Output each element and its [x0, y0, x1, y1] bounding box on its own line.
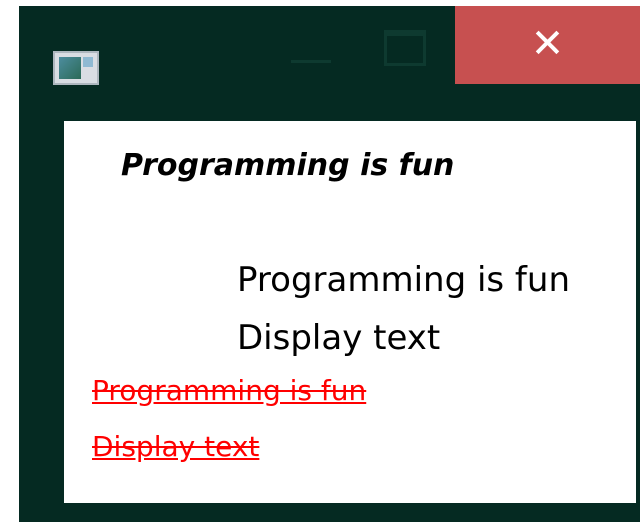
client-area: Programming is fun Programming is fun Di…	[64, 121, 636, 503]
minimize-button[interactable]	[281, 6, 351, 84]
plain-label-programming: Programming is fun	[237, 260, 570, 300]
close-button[interactable]: ✕	[455, 6, 640, 84]
red-strikethrough-label-programming: Programming is fun	[92, 374, 367, 407]
bold-italic-label: Programming is fun	[121, 148, 455, 183]
app-window: ✕ Programming is fun Programming is fun …	[19, 6, 640, 522]
icon-pane-left	[59, 57, 81, 79]
minimize-icon	[291, 60, 331, 63]
maximize-button[interactable]	[374, 6, 436, 84]
maximize-icon	[384, 30, 426, 66]
close-icon: ✕	[530, 21, 565, 67]
red-strikethrough-label-display: Display text	[92, 430, 260, 463]
plain-label-display: Display text	[237, 318, 441, 358]
icon-pane-right	[83, 57, 93, 67]
application-icon[interactable]	[53, 51, 99, 85]
